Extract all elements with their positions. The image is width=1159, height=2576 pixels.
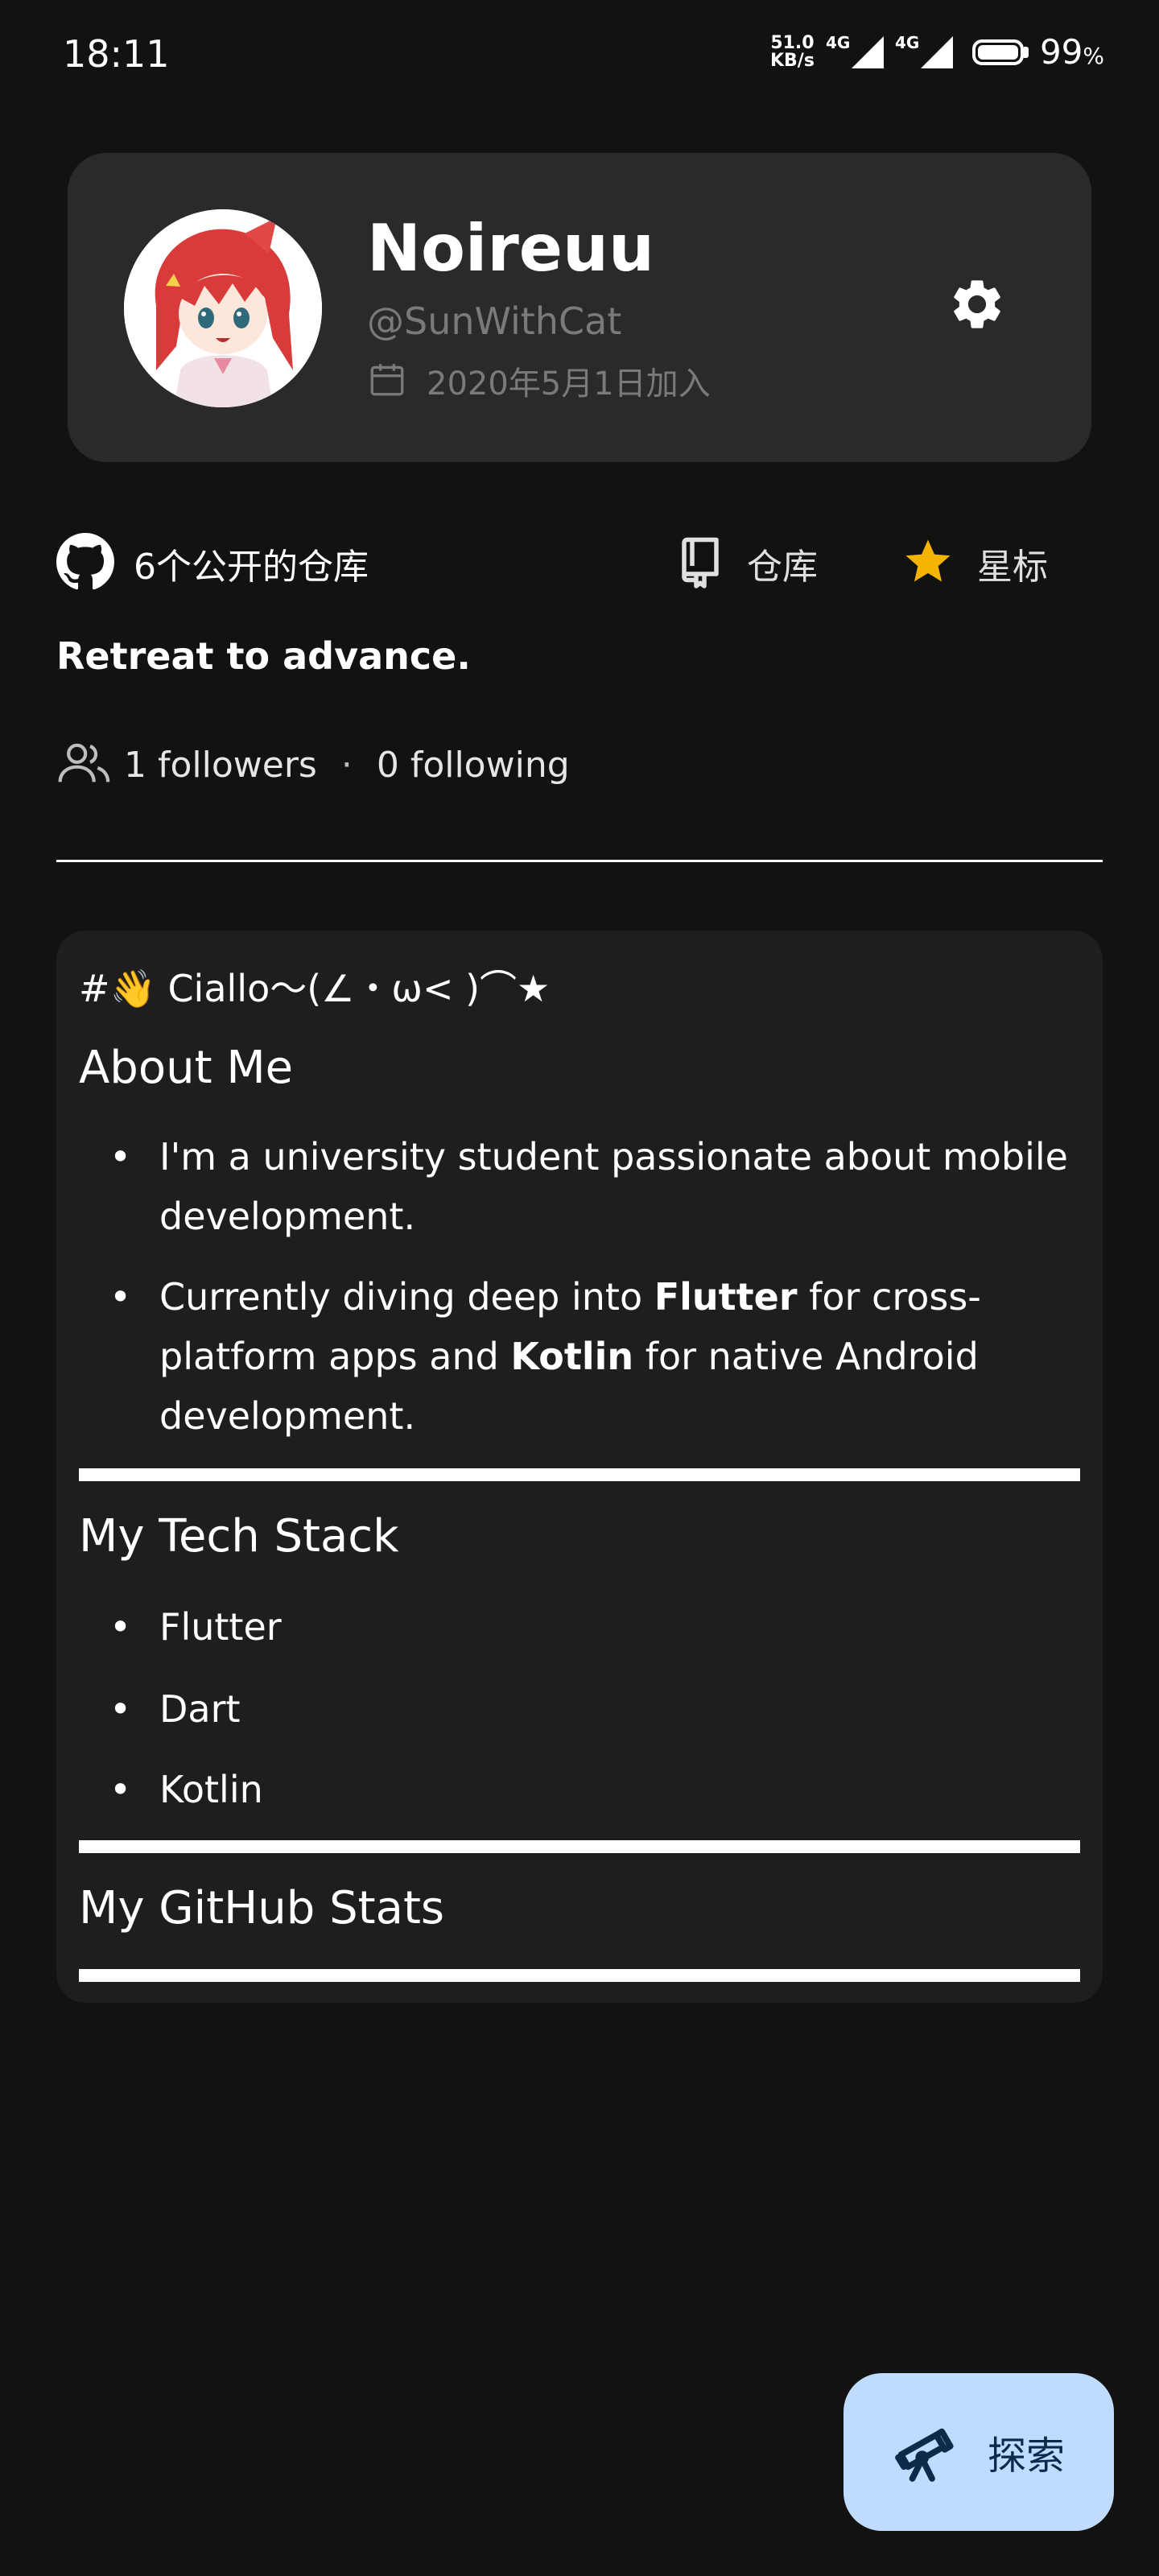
- network-speed-value: 51.0: [770, 32, 815, 53]
- stars-label: 星标: [977, 547, 1048, 588]
- profile-bio: Retreat to advance.: [56, 634, 471, 678]
- join-date: 2020年5月1日加入: [427, 365, 711, 402]
- tech-item-kotlin: Kotlin: [159, 1768, 263, 1811]
- signal-icon-sim2: 4G: [895, 33, 953, 72]
- battery-cap: [1023, 46, 1029, 58]
- public-repos-count: 6个公开的仓库: [56, 531, 369, 596]
- kotlin-emphasis: Kotlin: [510, 1335, 634, 1378]
- bullet: •: [109, 1135, 132, 1179]
- stars-link[interactable]: 星标: [901, 531, 1048, 596]
- gear-icon: [947, 275, 1007, 337]
- repositories-label: 仓库: [747, 547, 818, 588]
- telescope-icon: [893, 2417, 960, 2487]
- profile-readme-card: #👋 Ciallo～(∠・ω< )⌒★ About Me • I'm a uni…: [56, 931, 1103, 2003]
- avatar-illustration: [124, 209, 322, 407]
- signal-label-sim2: 4G: [894, 32, 920, 52]
- signal-icon-sim1: 4G: [826, 33, 884, 72]
- following-count[interactable]: 0 following: [377, 745, 570, 786]
- list-item: • Dart: [109, 1679, 1069, 1739]
- follow-separator: ·: [340, 744, 353, 786]
- status-bar: 18:11 51.0 KB/s 4G 4G 99%: [0, 0, 1159, 105]
- explore-button[interactable]: 探索: [843, 2373, 1114, 2531]
- github-stats-heading: My GitHub Stats: [79, 1882, 445, 1934]
- bullet: •: [109, 1687, 132, 1731]
- list-item: • Flutter: [109, 1597, 1069, 1657]
- avatar[interactable]: [124, 209, 322, 407]
- signal-label-sim1: 4G: [825, 32, 851, 52]
- people-icon: [56, 741, 113, 789]
- explore-label: 探索: [987, 2434, 1065, 2479]
- about-item-1: I'm a university student passionate abou…: [159, 1135, 1068, 1238]
- status-time: 18:11: [63, 32, 170, 76]
- repositories-link[interactable]: 仓库: [676, 531, 818, 596]
- star-icon: [901, 535, 955, 592]
- repo-book-icon: [676, 535, 724, 592]
- about-me-heading: About Me: [79, 1042, 294, 1094]
- profile-card: Noireuu @SunWithCat 2020年5月1日加入: [68, 153, 1091, 462]
- calendar-icon: [367, 359, 407, 402]
- tech-stack-heading: My Tech Stack: [79, 1510, 399, 1563]
- tech-item-dart: Dart: [159, 1687, 241, 1731]
- display-name: Noireuu: [367, 211, 654, 286]
- public-repos-text: 6个公开的仓库: [134, 547, 369, 588]
- bullet: •: [109, 1275, 132, 1319]
- section-divider: [56, 860, 1103, 862]
- status-indicators: 51.0 KB/s 4G 4G 99%: [770, 32, 1104, 72]
- flutter-emphasis: Flutter: [654, 1275, 798, 1319]
- battery-icon: [971, 39, 1024, 65]
- list-item: • Kotlin: [109, 1760, 1069, 1819]
- tech-item-flutter: Flutter: [159, 1605, 282, 1649]
- repo-stats-row: 6个公开的仓库 仓库 星标: [56, 531, 1103, 596]
- followers-count[interactable]: 1 followers: [124, 745, 317, 786]
- readme-greeting: #👋 Ciallo～(∠・ω< )⌒★: [79, 967, 551, 1010]
- readme-rule: [79, 1969, 1080, 1982]
- bullet: •: [109, 1605, 132, 1649]
- network-speed: 51.0 KB/s: [769, 32, 815, 71]
- username-handle: @SunWithCat: [367, 299, 622, 343]
- github-icon: [56, 533, 114, 594]
- bullet: •: [109, 1768, 132, 1811]
- list-item: • Currently diving deep into Flutter for…: [109, 1267, 1069, 1446]
- readme-rule: [79, 1840, 1080, 1853]
- list-item: • I'm a university student passionate ab…: [109, 1127, 1069, 1246]
- battery-percent: 99%: [1039, 32, 1104, 72]
- readme-rule: [79, 1468, 1080, 1481]
- network-speed-unit: KB/s: [769, 50, 815, 71]
- join-date-row: 2020年5月1日加入: [367, 357, 711, 404]
- follow-stats-row: 1 followers · 0 following: [56, 737, 570, 793]
- settings-button[interactable]: [937, 266, 1017, 346]
